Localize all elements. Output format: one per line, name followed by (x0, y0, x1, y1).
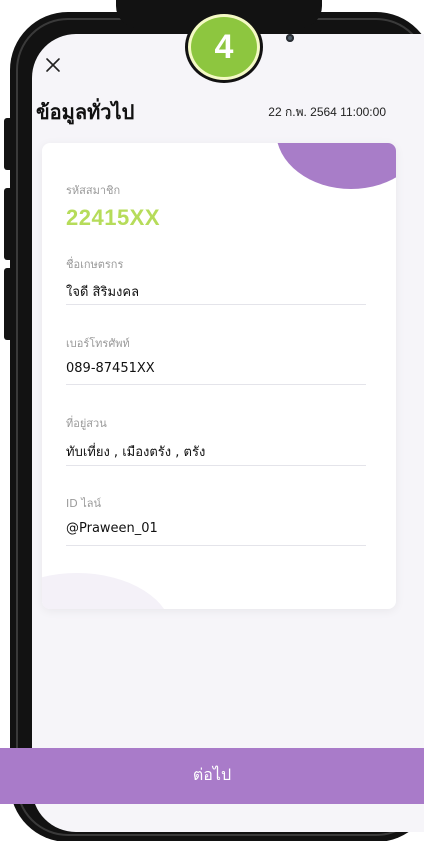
next-button[interactable]: ต่อไป (0, 748, 424, 804)
divider (66, 304, 366, 305)
farmer-name-label: ชื่อเกษตรกร (66, 258, 124, 271)
line-id-value: @Praween_01 (66, 521, 158, 536)
card-decoration-bottom (42, 573, 172, 609)
member-info-card: รหัสสมาชิก 22415XX ชื่อเกษตรกร ใจดี สิริ… (42, 143, 396, 609)
member-id-label: รหัสสมาชิก (66, 184, 121, 197)
divider (66, 545, 366, 546)
divider (66, 465, 366, 466)
app-screenshot: 4 ข้อมูลทั่วไป 22 ก.พ. 2564 11:00:00 รหั… (0, 0, 424, 841)
step-number-badge: 4 (188, 14, 260, 80)
phone-label: เบอร์โทรศัพท์ (66, 337, 130, 350)
divider (66, 384, 366, 385)
datetime-stamp: 22 ก.พ. 2564 11:00:00 (268, 105, 386, 119)
garden-address-label: ที่อยู่สวน (66, 417, 107, 430)
farmer-name-value: ใจดี สิริมงคล (66, 285, 140, 300)
close-icon[interactable] (44, 56, 62, 74)
member-id-value: 22415XX (66, 205, 161, 230)
line-id-label: ID ไลน์ (66, 497, 102, 510)
phone-value: 089-87451XX (66, 361, 155, 376)
card-decoration-top (276, 143, 396, 189)
camera-icon (286, 34, 294, 42)
garden-address-value: ทับเที่ยง , เมืองตรัง , ตรัง (66, 445, 206, 460)
page-title: ข้อมูลทั่วไป (36, 100, 135, 124)
